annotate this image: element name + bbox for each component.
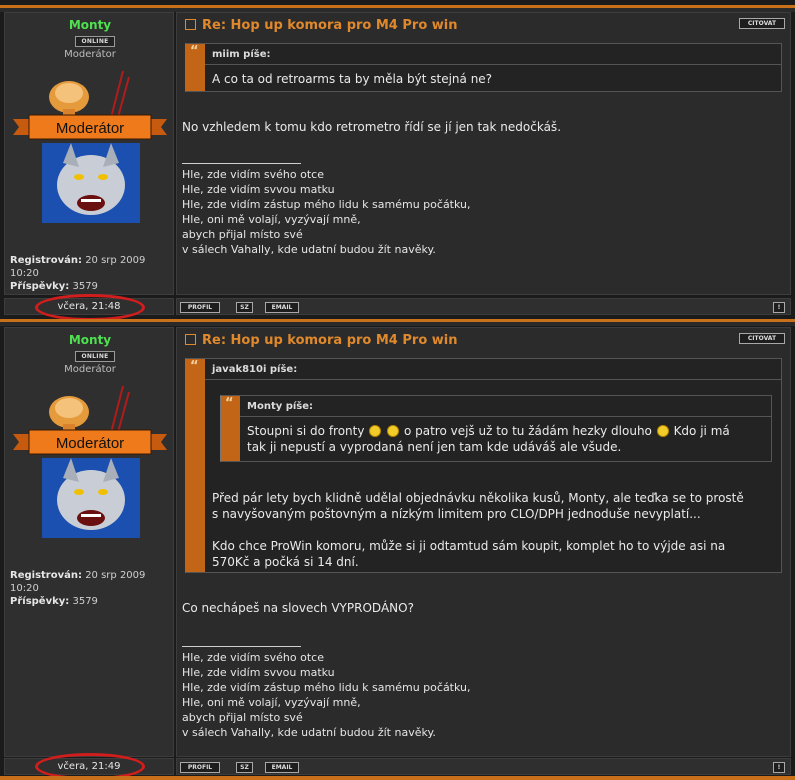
post-title[interactable]: Re: Hop up komora pro M4 Pro win [185,18,458,33]
post-body: Re: Hop up komora pro M4 Pro win CITOVAT… [176,327,791,757]
pm-button[interactable]: SZ [236,762,253,773]
registered-time: 10:20 [10,583,39,594]
online-status-badge: ONLINE [75,36,115,47]
quote-block: “ javak810i píše: “ Monty píše: Stoupni … [185,358,782,573]
badge-text: Moderátor [56,120,124,137]
moderator-badge-image: Moderátor [13,70,167,223]
author-info: Registrován: 20 srp 2009 10:20 Příspěvky… [10,569,145,608]
signature-line: v sálech Vahally, kde udatní budou žít n… [182,726,436,739]
registered-label: Registrován: [10,570,82,581]
registered-date: 20 srp 2009 [85,255,146,266]
quote-divider [205,379,781,380]
posts-label: Příspěvky: [10,281,70,292]
signature: Hle, zde vidím svého otce Hle, zde vidím… [182,167,471,257]
author-username[interactable]: Monty [5,333,175,347]
signature-line: Hle, zde vidím zástup mého lidu k samému… [182,681,471,694]
signature-line: v sálech Vahally, kde udatní budou žít n… [182,243,436,256]
signature-line: Hle, zde vidím zástup mého lidu k samému… [182,198,471,211]
quote-button[interactable]: CITOVAT [739,18,785,29]
post-icon [185,19,196,30]
signature-line: Hle, oni mě volají, vyzývají mně, [182,696,361,709]
signature-line: Hle, zde vidím svého otce [182,168,324,181]
posts-label: Příspěvky: [10,596,70,607]
signature: Hle, zde vidím svého otce Hle, zde vidím… [182,650,471,740]
registered-date: 20 srp 2009 [85,570,146,581]
post-body: Re: Hop up komora pro M4 Pro win CITOVAT… [176,12,791,295]
author-username[interactable]: Monty [5,18,175,32]
badge-text: Moderátor [56,435,124,452]
post-icon [185,334,196,345]
report-button[interactable]: ! [773,302,785,313]
quote-author: miim píše: [212,49,271,60]
post-message: No vzhledem k tomu kdo retrometro řídí s… [182,120,562,134]
quote-author: Monty píše: [247,401,314,412]
post-top-border [0,319,795,326]
quote-icon: “ [186,359,205,572]
post-title-text[interactable]: Re: Hop up komora pro M4 Pro win [202,18,458,33]
email-button[interactable]: EMAIL [265,762,299,773]
signature-divider [182,163,301,164]
post-message: Co nechápeš na slovech VYPRODÁNO? [182,601,414,615]
highlight-oval [35,294,145,321]
signature-line: Hle, zde vidím svvou matku [182,183,335,196]
registered-label: Registrován: [10,255,82,266]
smile-icon [387,424,400,437]
nested-quote-block: “ Monty píše: Stoupni si do fronty o pat… [220,395,772,462]
online-status-badge: ONLINE [75,351,115,362]
report-button[interactable]: ! [773,762,785,773]
bottom-border [0,776,795,780]
author-info: Registrován: 20 srp 2009 10:20 Příspěvky… [10,254,145,293]
quote-text: Před pár lety bych klidně udělal objedná… [212,491,744,521]
author-rank: Moderátor [64,49,116,60]
smile-icon [656,424,669,437]
profile-button[interactable]: PROFIL [180,302,220,313]
pm-button[interactable]: SZ [236,302,253,313]
signature-line: abych přijal místo své [182,711,303,724]
post-title[interactable]: Re: Hop up komora pro M4 Pro win [185,333,458,348]
signature-divider [182,646,301,647]
post-actions: PROFIL SZ EMAIL ! [176,758,791,775]
signature-line: Hle, zde vidím svého otce [182,651,324,664]
author-rank: Moderátor [64,364,116,375]
quote-icon: “ [221,396,240,461]
quote-text: Kdo chce ProWin komoru, může si ji odtam… [212,539,726,569]
quote-divider [240,416,771,417]
posts-count: 3579 [72,596,98,607]
author-panel: Monty ONLINE Moderátor Moderátor Registr… [4,327,174,757]
post-actions: PROFIL SZ EMAIL ! [176,298,791,315]
signature-line: Hle, zde vidím svvou matku [182,666,335,679]
author-panel: Monty ONLINE Moderátor Moderátor Registr… [4,12,174,295]
registered-time: 10:20 [10,268,39,279]
quote-button[interactable]: CITOVAT [739,333,785,344]
smile-icon [369,424,382,437]
posts-count: 3579 [72,281,98,292]
post-top-border [0,5,795,12]
quote-block: “ miim píše: A co ta od retroarms ta by … [185,43,782,92]
quote-divider [205,64,781,65]
quote-author: javak810i píše: [212,364,298,375]
signature-line: Hle, oni mě volají, vyzývají mně, [182,213,361,226]
quote-text: A co ta od retroarms ta by měla být stej… [212,72,493,86]
post-title-text[interactable]: Re: Hop up komora pro M4 Pro win [202,333,458,348]
signature-line: abych přijal místo své [182,228,303,241]
email-button[interactable]: EMAIL [265,302,299,313]
quote-text: Stoupni si do fronty o patro vejš už to … [247,424,730,454]
profile-button[interactable]: PROFIL [180,762,220,773]
quote-icon: “ [186,44,205,91]
moderator-badge-image: Moderátor [13,385,167,538]
